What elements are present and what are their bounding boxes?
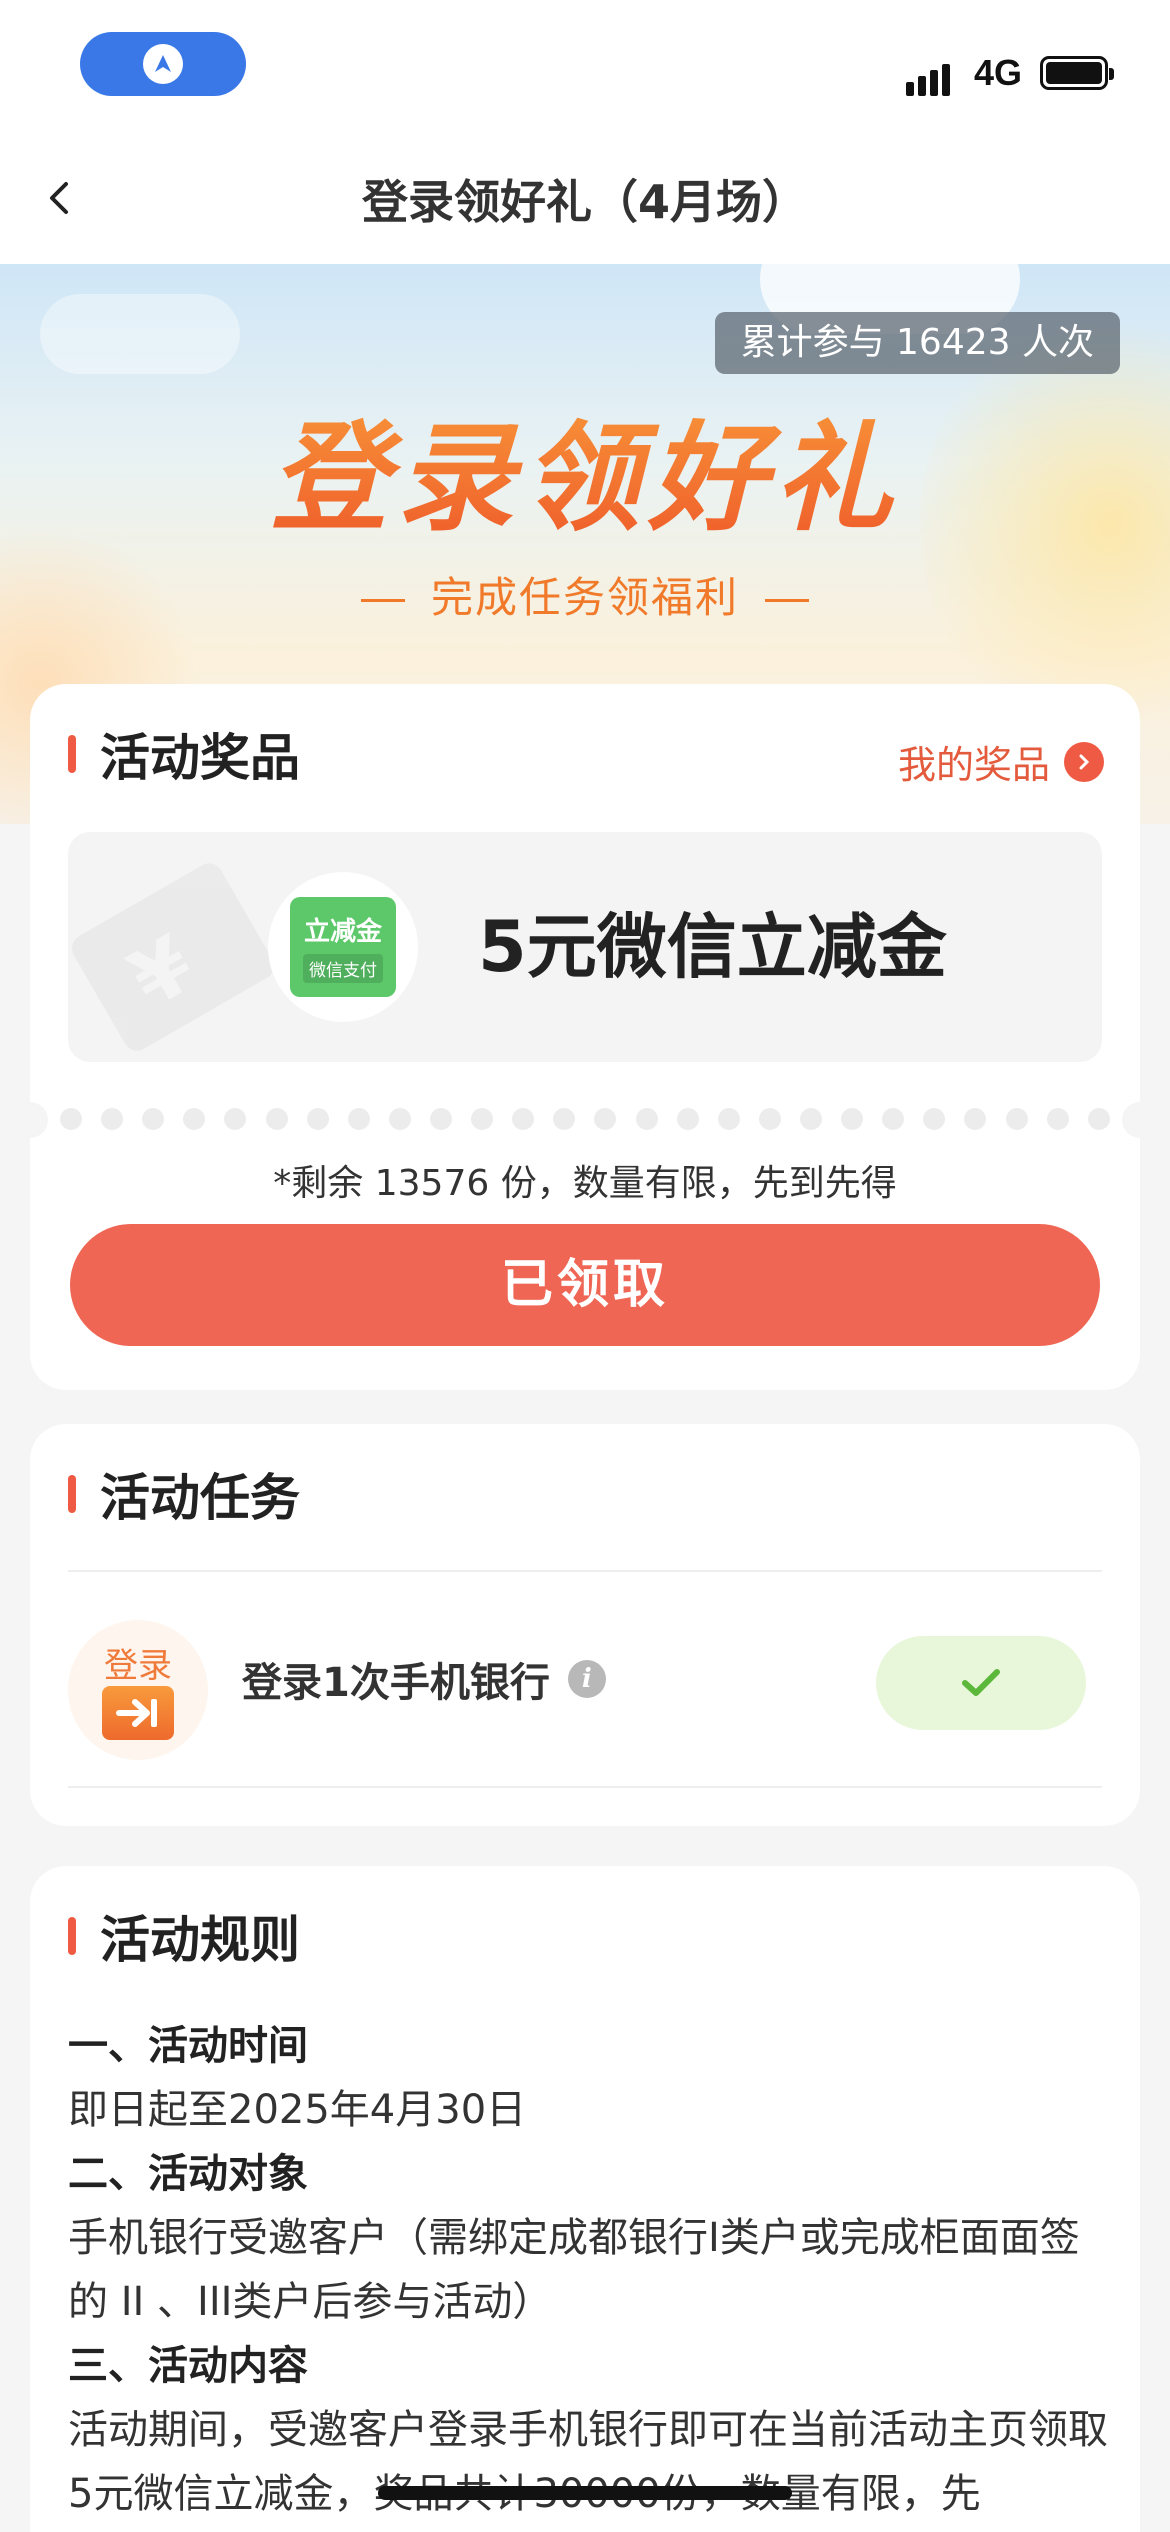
rules-card: 活动规则 一、活动时间 即日起至2025年4月30日 二、活动对象 手机银行受邀… <box>30 1866 1140 2532</box>
rule-title: 三、活动内容 <box>68 2343 308 2389</box>
prize-heading: 活动奖品 <box>68 724 300 787</box>
checkmark-icon <box>962 1669 1000 1696</box>
page-title: 登录领好礼（4月场） <box>361 175 808 229</box>
rules-body: 一、活动时间 即日起至2025年4月30日 二、活动对象 手机银行受邀客户（需绑… <box>68 2014 1112 2526</box>
chevron-left-icon <box>50 182 68 214</box>
hero-subtitle-text: 完成任务领福利 <box>430 573 739 622</box>
rule-text: 活动期间，受邀客户登录手机银行即可在当前活动主页领取5元微信立减金，奖品共计30… <box>68 2407 1108 2517</box>
rules-heading: 活动规则 <box>68 1906 300 1969</box>
info-icon[interactable]: i <box>567 1660 606 1698</box>
ticket-watermark-icon: ¥ <box>72 863 274 1051</box>
login-arrow-icon <box>102 1686 174 1740</box>
perforation-divider <box>30 1108 1140 1132</box>
rule-text: 手机银行受邀客户（需绑定成都银行I类户或完成柜面面签的 II 、III类户后参与… <box>68 2215 1080 2325</box>
back-button[interactable] <box>30 168 90 228</box>
login-task-icon: 登录 <box>68 1620 208 1760</box>
my-prizes-label: 我的奖品 <box>897 743 1050 787</box>
prize-name: 5元微信立减金 <box>478 906 947 988</box>
nav-bar: 登录领好礼（4月场） <box>0 140 1170 264</box>
task-card: 活动任务 登录 登录1次手机银行 i <box>30 1424 1140 1826</box>
coupon-icon-wrap: 立减金 微信支付 <box>268 872 418 1022</box>
hero-subtitle: 完成任务领福利 <box>0 564 1170 625</box>
chevron-right-icon <box>1064 741 1104 782</box>
task-heading-text: 活动任务 <box>100 1469 300 1527</box>
rule-text: 即日起至2025年4月30日 <box>68 2087 527 2133</box>
task-item: 登录1次手机银行 i <box>242 1650 606 1708</box>
participants-badge: 累计参与 16423 人次 <box>714 312 1120 374</box>
location-pill[interactable] <box>80 32 246 96</box>
my-prizes-link[interactable]: 我的奖品 <box>898 734 1104 789</box>
status-bar: 4G <box>0 0 1170 140</box>
task-icon-label: 登录 <box>104 1646 172 1686</box>
rules-heading-text: 活动规则 <box>100 1911 300 1969</box>
rule-title: 一、活动时间 <box>68 2023 308 2069</box>
battery-icon <box>1040 56 1114 90</box>
task-complete-button[interactable] <box>876 1636 1086 1730</box>
prize-card: 活动奖品 我的奖品 ¥ 立减金 微信支付 5元微信立减金 *剩余 13576 份… <box>12 684 1158 1390</box>
rule-title: 二、活动对象 <box>68 2151 308 2197</box>
home-indicator <box>378 2486 792 2500</box>
page: 4G 登录领好礼（4月场） 累计参与 16423 人次 登录领好礼 完成任务领福… <box>0 0 1170 2532</box>
remaining-text: *剩余 13576 份，数量有限，先到先得 <box>273 1163 897 1204</box>
location-arrow-icon <box>143 44 183 84</box>
signal-icon <box>906 56 950 96</box>
prize-heading-text: 活动奖品 <box>100 729 300 787</box>
claimed-button[interactable]: 已领取 <box>70 1224 1100 1346</box>
hero-title: 登录领好礼 <box>0 382 1170 553</box>
prize-item: ¥ 立减金 微信支付 5元微信立减金 <box>68 832 1102 1062</box>
task-name: 登录1次手机银行 <box>242 1660 550 1706</box>
network-label: 4G <box>974 52 1023 93</box>
task-heading: 活动任务 <box>68 1464 300 1527</box>
wechat-coupon-icon: 立减金 微信支付 <box>290 897 396 997</box>
